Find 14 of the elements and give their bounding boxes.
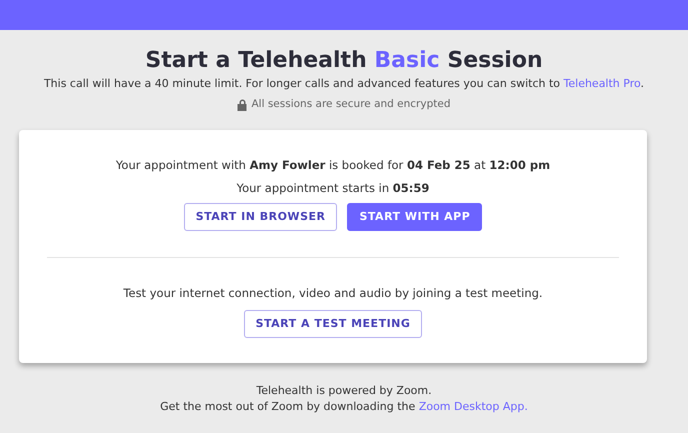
appointment-details: Your appointment with Amy Fowler is booked for 04 Feb 25 at 12:00 pm xyxy=(116,156,550,174)
test-meeting-button[interactable]: START A TEST MEETING xyxy=(244,310,422,338)
start-app-button[interactable]: START WITH APP xyxy=(347,203,482,232)
download-note: Get the most out of Zoom by downloading the Zoom Desktop App. xyxy=(160,398,528,415)
page-title: Start a Telehealth Basic Session xyxy=(144,47,544,75)
lock-icon xyxy=(237,98,248,111)
test-description: Test your internet connection, video and audio by joining a test meeting. xyxy=(123,285,543,302)
zoom-app-link[interactable]: Zoom Desktop App. xyxy=(418,400,528,413)
security-note: All sessions are secure and encrypted xyxy=(251,97,450,112)
countdown: Your appointment starts in 05:59 xyxy=(236,180,430,197)
start-browser-button[interactable]: START IN BROWSER xyxy=(184,203,338,232)
telehealth-pro-link[interactable]: Telehealth Pro xyxy=(564,77,641,90)
limit-notice: This call will have a 40 minute limit. For longer calls and advanced features you can switch to Telehealth Pro. xyxy=(44,76,644,92)
powered-by-note: Telehealth is powered by Zoom. xyxy=(255,382,433,399)
